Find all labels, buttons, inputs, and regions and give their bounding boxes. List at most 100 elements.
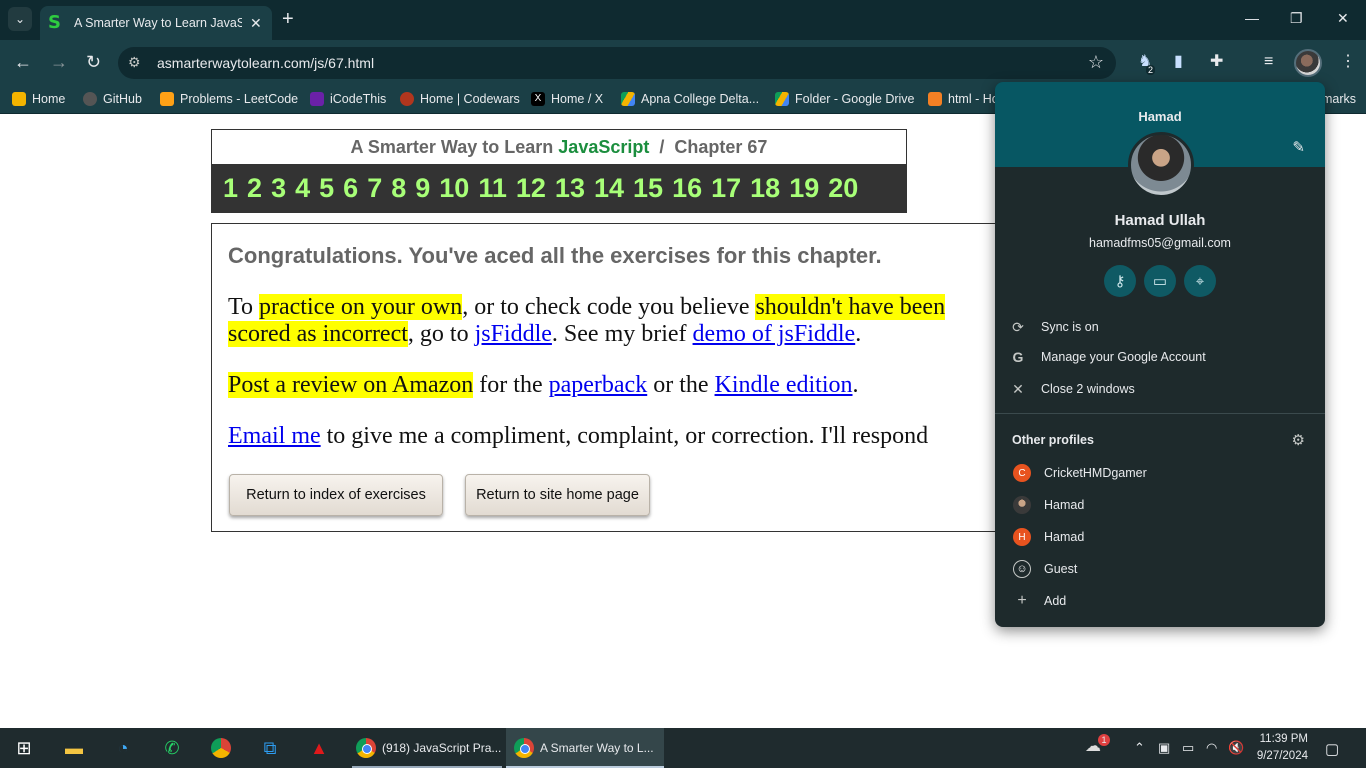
media-controls-icon[interactable]: ≡ bbox=[1264, 53, 1273, 71]
github-icon bbox=[83, 92, 97, 106]
jsfiddle-link[interactable]: jsFiddle bbox=[475, 321, 552, 347]
acrobat-icon[interactable]: ▲ bbox=[307, 736, 331, 760]
stackoverflow-icon bbox=[928, 92, 942, 106]
bookmark-icodethis[interactable]: iCodeThis bbox=[310, 92, 386, 106]
edge-browser-icon[interactable]: ◔ bbox=[111, 736, 135, 760]
battery-icon[interactable]: ▭ bbox=[1182, 740, 1194, 756]
return-index-button[interactable]: Return to index of exercises bbox=[229, 474, 443, 516]
exercise-link-7[interactable]: 7 bbox=[367, 173, 382, 204]
exercise-link-16[interactable]: 16 bbox=[672, 173, 702, 204]
exercise-link-19[interactable]: 19 bbox=[789, 173, 819, 204]
exercise-link-11[interactable]: 11 bbox=[478, 173, 507, 204]
profile-item-crickethmdgamer[interactable]: C CricketHMDgamer bbox=[995, 457, 1325, 489]
vscode-icon[interactable]: ⧉ bbox=[258, 736, 282, 760]
wifi-icon[interactable]: ◠ bbox=[1206, 740, 1217, 756]
extensions-puzzle-icon[interactable]: ✚ bbox=[1210, 53, 1223, 71]
minimize-button[interactable]: — bbox=[1245, 10, 1259, 26]
profile-label: Hamad bbox=[1044, 498, 1085, 512]
bookmark-google-drive[interactable]: Folder - Google Drive bbox=[775, 92, 915, 106]
demo-jsfiddle-link[interactable]: demo of jsFiddle bbox=[693, 321, 856, 347]
add-profile-item[interactable]: + Add bbox=[995, 585, 1325, 617]
highlight-scored: scored as incorrect bbox=[228, 321, 408, 347]
highlight-review: Post a review on Amazon bbox=[228, 372, 474, 398]
exercise-link-1[interactable]: 1 bbox=[223, 173, 238, 204]
close-windows-item[interactable]: ✕ Close 2 windows bbox=[995, 374, 1325, 404]
new-tab-button[interactable]: + bbox=[282, 8, 294, 30]
exercise-link-13[interactable]: 13 bbox=[555, 173, 585, 204]
email-me-link[interactable]: Email me bbox=[228, 423, 321, 449]
windows-start-icon[interactable]: ⊞ bbox=[12, 736, 36, 760]
windows-taskbar: ⊞ ▬ ◔ ✆ ⧉ ▲ (918) JavaScript Pra... A Sm… bbox=[0, 728, 1366, 768]
header-separator: / bbox=[659, 137, 665, 157]
sync-status-item[interactable]: ⟳ Sync is on bbox=[995, 312, 1325, 342]
profile-item-hamad[interactable]: H Hamad bbox=[995, 521, 1325, 553]
exercise-link-14[interactable]: 14 bbox=[594, 173, 624, 204]
paperback-link[interactable]: paperback bbox=[549, 372, 648, 398]
edit-pencil-icon[interactable]: ✎ bbox=[1292, 138, 1305, 156]
site-info-icon[interactable]: ⚙ bbox=[128, 54, 141, 71]
manage-profiles-gear-icon[interactable]: ⚙ bbox=[1292, 431, 1305, 449]
bookmark-home[interactable]: Home bbox=[12, 92, 65, 106]
volume-muted-icon[interactable]: 🔇 bbox=[1228, 740, 1244, 756]
profile-item-hamad-photo[interactable]: Hamad bbox=[995, 489, 1325, 521]
menu-item-label: Manage your Google Account bbox=[1041, 350, 1206, 364]
sync-icon: ⟳ bbox=[1012, 318, 1024, 335]
exercise-link-2[interactable]: 2 bbox=[247, 173, 262, 204]
system-clock[interactable]: 11:39 PM 9/27/2024 bbox=[1252, 731, 1308, 765]
restore-button[interactable]: ❐ bbox=[1290, 10, 1303, 27]
address-bar[interactable]: ⚙ asmarterwaytolearn.com/js/67.html ☆ bbox=[118, 47, 1116, 79]
profile-avatar-button[interactable] bbox=[1294, 49, 1322, 77]
exercise-link-5[interactable]: 5 bbox=[319, 173, 334, 204]
profile-label: CricketHMDgamer bbox=[1044, 466, 1147, 480]
return-home-button[interactable]: Return to site home page bbox=[465, 474, 650, 516]
reload-icon[interactable]: ↻ bbox=[86, 52, 101, 72]
close-window-button[interactable]: ✕ bbox=[1337, 10, 1349, 27]
exercise-link-8[interactable]: 8 bbox=[391, 173, 406, 204]
exercise-link-10[interactable]: 10 bbox=[439, 173, 469, 204]
forward-arrow-icon[interactable]: → bbox=[50, 52, 68, 72]
bookmark-stackoverflow[interactable]: html - Ho bbox=[928, 92, 999, 106]
exercise-link-6[interactable]: 6 bbox=[343, 173, 358, 204]
clipboard-extension-icon[interactable]: ▮ bbox=[1174, 53, 1183, 71]
whatsapp-icon[interactable]: ✆ bbox=[160, 736, 184, 760]
addresses-location-icon[interactable]: ⌖ bbox=[1184, 265, 1216, 297]
taskbar-app-youtube-chrome[interactable]: (918) JavaScript Pra... bbox=[352, 728, 502, 768]
exercise-link-3[interactable]: 3 bbox=[271, 173, 286, 204]
exercise-link-15[interactable]: 15 bbox=[633, 173, 663, 204]
tab-title: A Smarter Way to Learn JavaScri bbox=[74, 16, 242, 30]
menu-dots-icon[interactable]: ⋮ bbox=[1340, 53, 1356, 71]
exercise-link-4[interactable]: 4 bbox=[295, 173, 310, 204]
notifications-icon[interactable]: ▢ bbox=[1325, 740, 1339, 758]
kindle-link[interactable]: Kindle edition bbox=[715, 372, 853, 398]
manage-account-item[interactable]: G Manage your Google Account bbox=[995, 342, 1325, 372]
tray-chevron-up-icon[interactable]: ⌃ bbox=[1134, 740, 1145, 756]
exercise-link-20[interactable]: 20 bbox=[828, 173, 858, 204]
extension-badge: 2 bbox=[1146, 65, 1156, 75]
bookmark-apna-college[interactable]: Apna College Delta... bbox=[621, 92, 759, 106]
tab-search-button[interactable]: ⌄ bbox=[8, 7, 32, 31]
tab-close-icon[interactable]: ✕ bbox=[250, 15, 262, 32]
tab-strip: ⌄ S A Smarter Way to Learn JavaScri ✕ + … bbox=[0, 0, 1366, 40]
book-title: A Smarter Way to Learn bbox=[350, 137, 554, 157]
exercise-link-18[interactable]: 18 bbox=[750, 173, 780, 204]
active-tab[interactable]: S A Smarter Way to Learn JavaScri ✕ bbox=[40, 6, 272, 40]
meet-now-icon[interactable]: ▣ bbox=[1158, 740, 1170, 756]
bookmark-star-icon[interactable]: ☆ bbox=[1088, 52, 1104, 73]
bookmark-github[interactable]: GitHub bbox=[83, 92, 142, 106]
file-explorer-icon[interactable]: ▬ bbox=[62, 736, 86, 760]
chrome-icon[interactable] bbox=[209, 736, 233, 760]
bookmark-x[interactable]: X Home / X bbox=[531, 92, 603, 106]
payment-card-icon[interactable]: ▭ bbox=[1144, 265, 1176, 297]
profile-item-guest[interactable]: ☺ Guest bbox=[995, 553, 1325, 585]
bookmark-leetcode[interactable]: Problems - LeetCode bbox=[160, 92, 298, 106]
exercise-link-17[interactable]: 17 bbox=[711, 173, 741, 204]
profile-email: hamadfms05@gmail.com bbox=[1089, 236, 1231, 250]
passwords-key-icon[interactable]: ⚷ bbox=[1104, 265, 1136, 297]
chevron-down-icon: ⌄ bbox=[14, 12, 26, 26]
all-bookmarks-link[interactable]: marks bbox=[1322, 92, 1356, 106]
exercise-link-9[interactable]: 9 bbox=[415, 173, 430, 204]
bookmark-codewars[interactable]: Home | Codewars bbox=[400, 92, 520, 106]
exercise-link-12[interactable]: 12 bbox=[516, 173, 546, 204]
back-arrow-icon[interactable]: ← bbox=[14, 52, 32, 72]
taskbar-app-smarter-way-chrome[interactable]: A Smarter Way to L... bbox=[506, 728, 664, 768]
